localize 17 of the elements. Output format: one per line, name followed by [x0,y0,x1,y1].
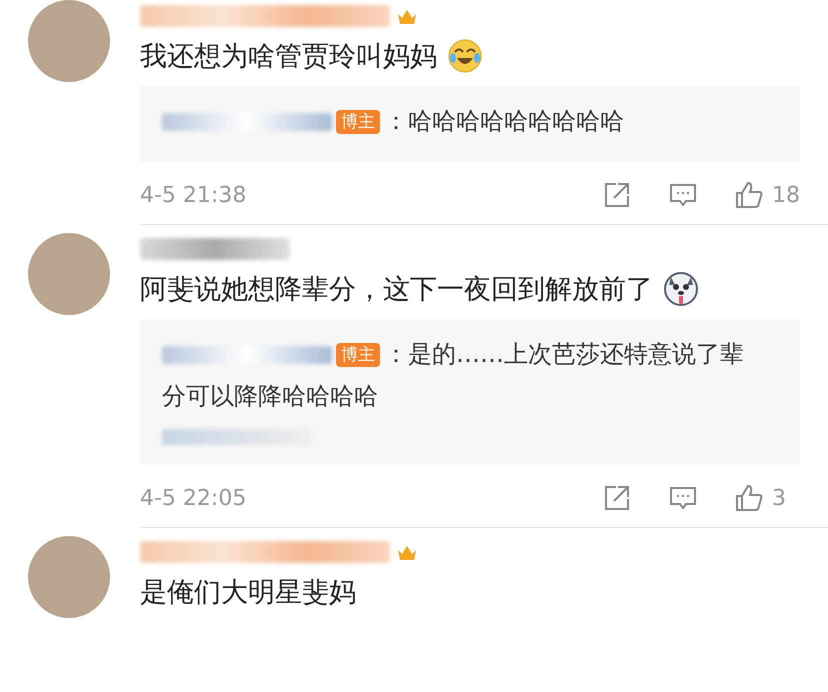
reply-text: 博主 ：哈哈哈哈哈哈哈哈哈 [162,100,756,142]
reply-card[interactable]: 博主 ：是的……上次芭莎还特意说了辈分可以降降哈哈哈哈 [140,319,800,465]
comment-text: 我还想为啥管贾玲叫妈妈 [140,40,437,74]
reply-text: 博主 ：是的……上次芭莎还特意说了辈分可以降降哈哈哈哈 [162,339,745,412]
reply-card[interactable]: 博主 ：哈哈哈哈哈哈哈哈哈 [140,86,800,162]
thumbs-up-icon[interactable] [734,180,764,210]
dog-face-emoji-icon [663,271,699,307]
comment-time: 4-5 22:05 [140,486,248,510]
share-icon[interactable] [602,483,632,513]
comment-text: 是俺们大明星斐妈 [140,576,356,610]
comment-time: 4-5 21:38 [140,182,248,208]
comment-text: 阿斐说她想降辈分，这下一夜回到解放前了 [140,273,653,307]
like-count: 3 [772,486,787,510]
share-icon[interactable] [602,180,632,210]
like-count: 18 [772,182,800,208]
laughing-crying-emoji-icon [447,38,483,74]
thumbs-up-icon[interactable] [734,483,764,513]
